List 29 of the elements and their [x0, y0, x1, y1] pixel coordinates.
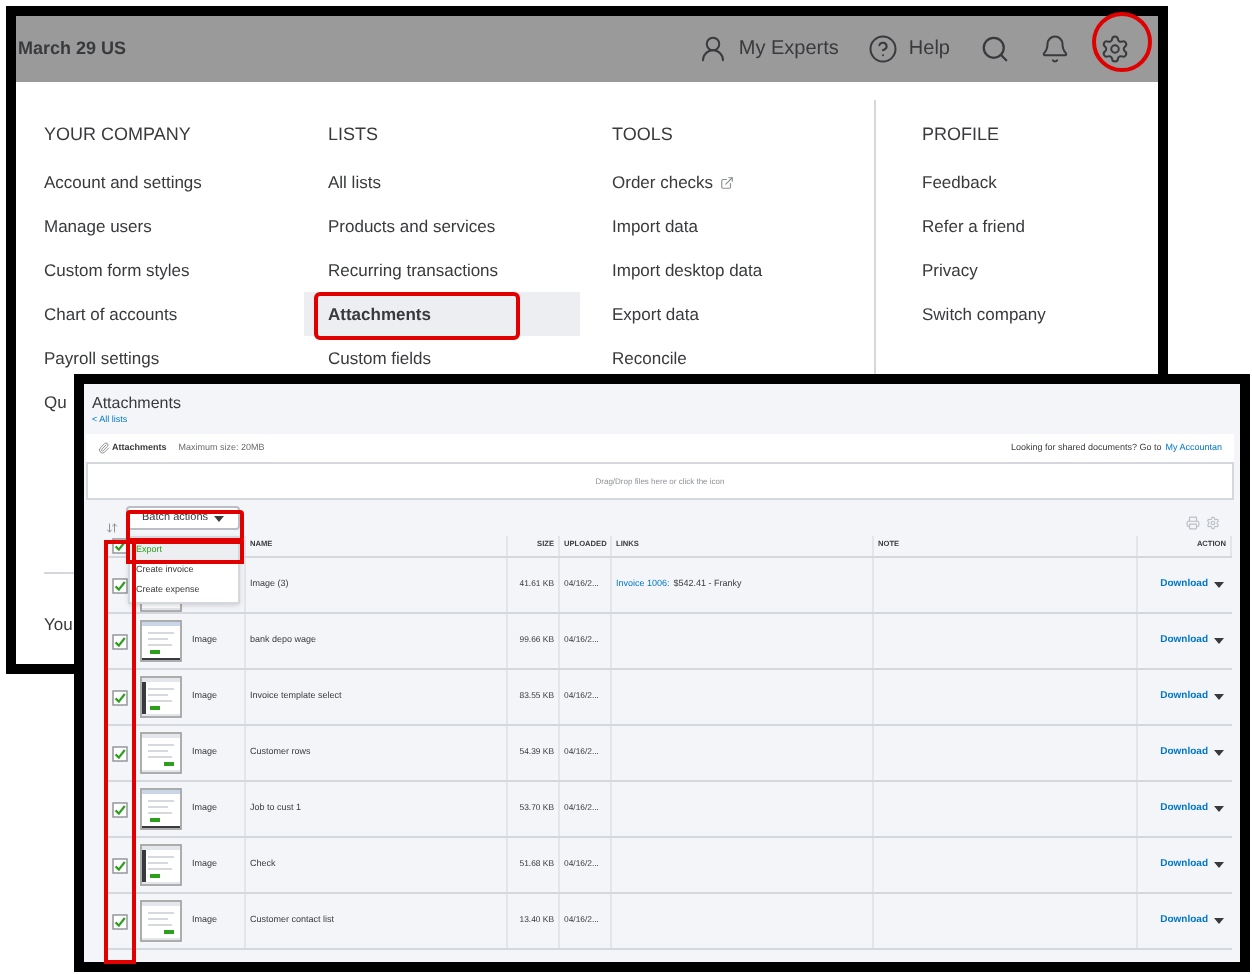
menu-heading: YOUR COMPANY	[44, 122, 193, 148]
company-name: March 29 US	[18, 35, 127, 62]
menu-item[interactable]: Payroll settings	[44, 346, 160, 370]
menu-item[interactable]: Custom fields	[328, 346, 431, 370]
menu-item[interactable]: Account and settings	[44, 170, 202, 194]
menu-item[interactable]: Reconcile	[612, 346, 687, 370]
menu-heading: PROFILE	[922, 122, 1002, 148]
menu-item[interactable]: You	[44, 614, 73, 634]
menu-item[interactable]: Custom form styles	[44, 258, 190, 282]
menu-item[interactable]: Order checks	[612, 170, 734, 194]
menu-item[interactable]: Export data	[612, 302, 699, 326]
menu-item[interactable]: Import desktop data	[612, 258, 763, 282]
menu-heading: TOOLS	[612, 122, 675, 148]
help-button[interactable]: Help	[868, 34, 950, 64]
menu-item[interactable]: Chart of accounts	[44, 302, 178, 326]
experts-button[interactable]: My Experts	[698, 34, 839, 64]
menu-item[interactable]: Feedback	[922, 170, 997, 194]
menu-item[interactable]: Products and services	[328, 214, 496, 238]
menu-item[interactable]: Privacy	[922, 258, 978, 282]
menu-item[interactable]: Switch company	[922, 302, 1046, 326]
menu-item[interactable]: All lists	[328, 170, 381, 194]
menu-item[interactable]: Manage users	[44, 214, 152, 238]
menu-heading: LISTS	[328, 122, 381, 148]
menu-item[interactable]: Refer a friend	[922, 214, 1025, 238]
menu-item[interactable]: Import data	[612, 214, 698, 238]
menu-item[interactable]: Attachments	[304, 292, 580, 336]
menu-item[interactable]: Qu	[44, 390, 67, 414]
page-title: Attachments	[92, 394, 183, 414]
menu-item[interactable]: Recurring transactions	[328, 258, 499, 282]
